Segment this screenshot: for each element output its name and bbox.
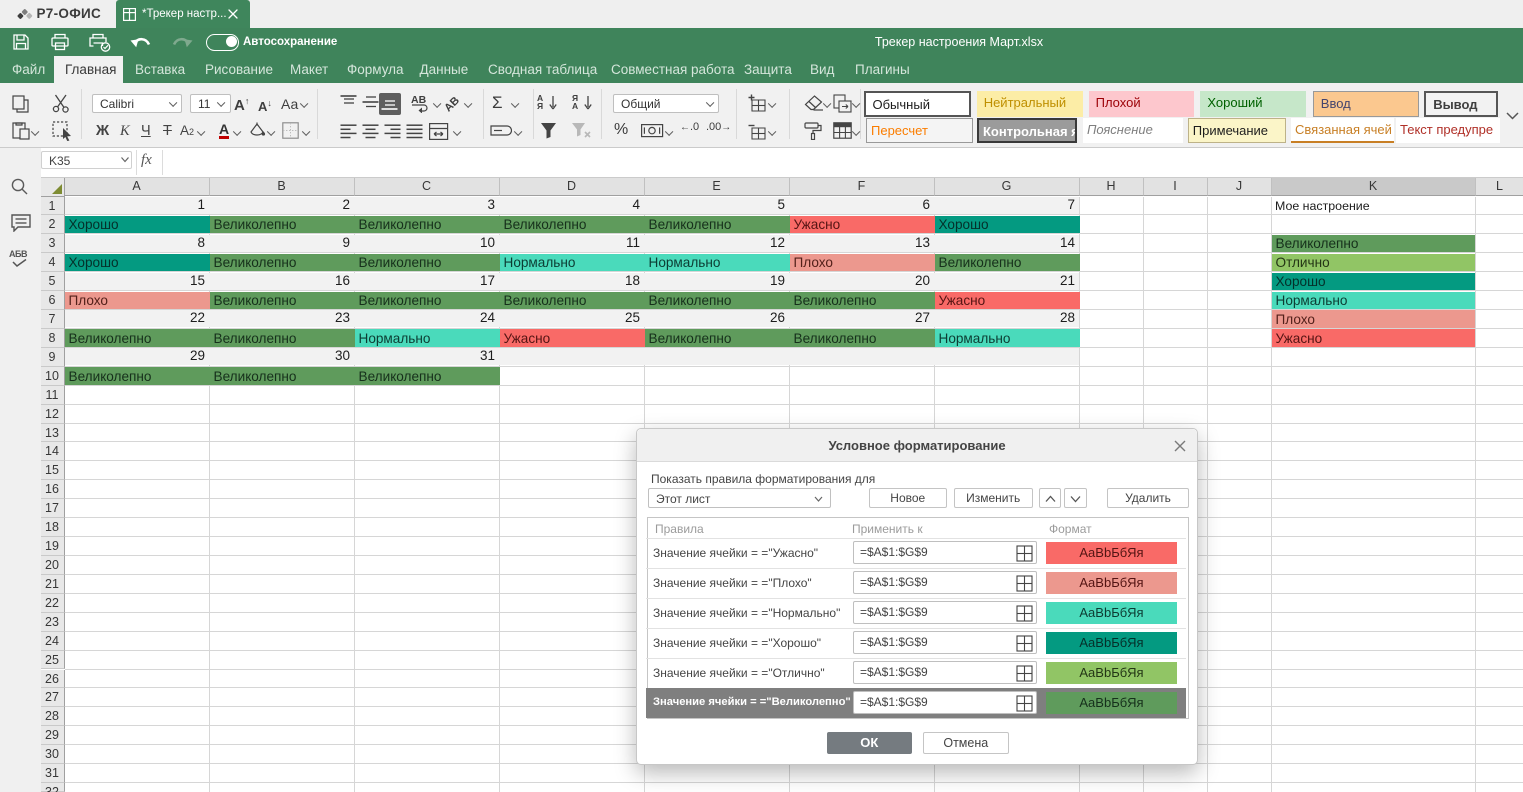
svg-text:АВ: АВ <box>444 95 462 113</box>
